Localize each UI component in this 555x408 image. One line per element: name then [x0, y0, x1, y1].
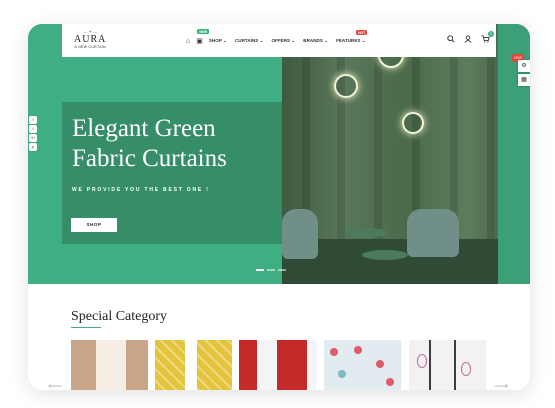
- pinterest-icon[interactable]: p: [29, 143, 37, 151]
- site-header: — ✦ — AURA A NEW CURTAIN ⌂ ▣ NEW SHOP ⌄ C…: [62, 24, 496, 57]
- logo-title: AURA: [74, 34, 107, 45]
- category-card-yellow[interactable]: [155, 340, 232, 390]
- category-card-floral[interactable]: [324, 340, 401, 390]
- gear-icon[interactable]: ⚙: [518, 60, 530, 72]
- slider-dot[interactable]: [256, 269, 264, 271]
- category-card-leaf[interactable]: [409, 340, 486, 390]
- arrow-right-icon[interactable]: ⟶: [494, 381, 508, 390]
- hero-image: [282, 24, 530, 284]
- cart-count-badge: 0: [488, 31, 494, 37]
- cart-icon[interactable]: 0: [480, 31, 494, 45]
- nav-curtains[interactable]: CURTAINS ⌄: [235, 38, 264, 44]
- hot-badge: HOT: [356, 30, 368, 35]
- nav-brands[interactable]: BRANDS ⌄: [303, 38, 328, 44]
- shop-button[interactable]: SHOP: [71, 218, 117, 232]
- main-nav: ⌂ ▣ NEW SHOP ⌄ CURTAINS ⌄ OFFERS ⌄ BRANDS…: [186, 29, 374, 45]
- slider-pagination: [256, 269, 289, 271]
- logo[interactable]: — ✦ — AURA A NEW CURTAIN: [74, 29, 106, 49]
- category-card-beige[interactable]: [71, 340, 148, 390]
- facebook-icon[interactable]: f: [29, 116, 37, 124]
- category-card-red[interactable]: [239, 340, 316, 390]
- twitter-icon[interactable]: t: [29, 125, 37, 133]
- user-icon[interactable]: [463, 35, 473, 45]
- slider-dot[interactable]: [267, 269, 275, 271]
- hero-title: Elegant Green Fabric Curtains: [72, 115, 227, 172]
- social-links: f t in p: [29, 116, 37, 152]
- home-icon[interactable]: ⌂: [186, 38, 190, 45]
- hero-text-box: Elegant Green Fabric Curtains WE PROVIDE…: [62, 102, 282, 244]
- new-badge: NEW: [197, 29, 210, 34]
- nav-shop[interactable]: SHOP ⌄: [209, 38, 227, 44]
- header-actions: 0: [439, 31, 494, 45]
- nav-features[interactable]: HOT FEATURES ⌄: [336, 30, 368, 44]
- heading-underline: [71, 327, 101, 328]
- browser-frame: — ✦ — AURA A NEW CURTAIN ⌂ ▣ NEW SHOP ⌄ C…: [28, 24, 530, 390]
- layout-grid-icon[interactable]: ▦: [518, 74, 530, 86]
- hero-tagline: WE PROVIDE YOU THE BEST ONE !: [72, 187, 210, 193]
- logo-subtitle: A NEW CURTAIN: [74, 45, 106, 49]
- catalog-icon[interactable]: ▣ NEW: [196, 29, 210, 45]
- section-heading: Special Category: [71, 309, 168, 324]
- slider-dot[interactable]: [278, 269, 286, 271]
- search-icon[interactable]: [446, 35, 456, 45]
- nav-offers[interactable]: OFFERS ⌄: [271, 38, 295, 44]
- linkedin-icon[interactable]: in: [29, 134, 37, 142]
- arrow-left-icon[interactable]: ⟵: [48, 381, 62, 390]
